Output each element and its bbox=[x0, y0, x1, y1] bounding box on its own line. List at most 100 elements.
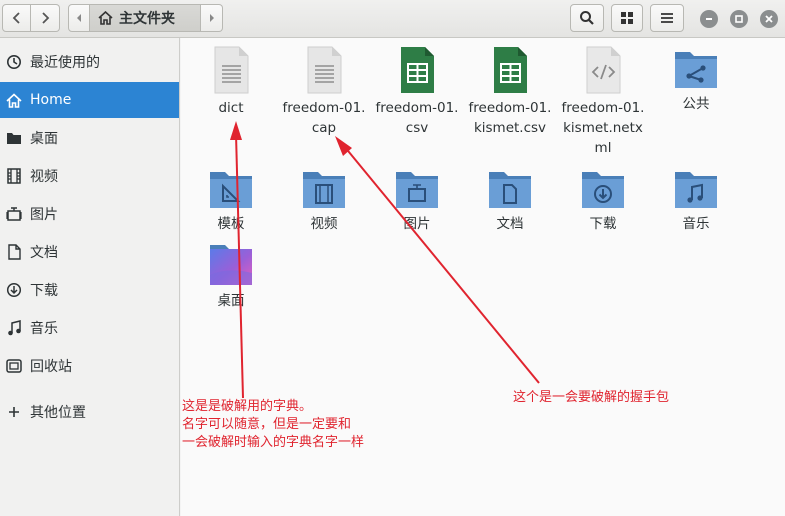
minimize-button[interactable] bbox=[700, 10, 718, 28]
file-grid: dict freedom-01.cap freedom-01.csv freed… bbox=[181, 38, 785, 516]
file-item[interactable]: freedom-01.kismet.csv bbox=[467, 46, 553, 138]
recent-icon bbox=[6, 54, 22, 70]
file-item[interactable]: dict bbox=[188, 46, 274, 118]
file-item[interactable]: 模板 bbox=[188, 166, 274, 234]
sidebar-item-label: 桌面 bbox=[30, 131, 58, 147]
path-bar: 主文件夹 bbox=[68, 4, 223, 32]
dict-annotation-line: 一会破解时输入的字典名字一样 bbox=[182, 435, 365, 450]
cap-annotation: 这个是一会要破解的握手包 bbox=[513, 390, 670, 405]
home-icon bbox=[6, 92, 22, 108]
header-bar: 主文件夹 bbox=[0, 0, 785, 38]
path-scroll-right[interactable] bbox=[201, 4, 223, 32]
file-item[interactable]: 图片 bbox=[374, 166, 460, 234]
sidebar-item-home[interactable]: Home bbox=[0, 82, 179, 118]
sidebar-item-documents[interactable]: 文档 bbox=[0, 234, 179, 270]
close-button[interactable] bbox=[760, 10, 778, 28]
file-name: 下载 bbox=[589, 216, 617, 232]
menu-button[interactable] bbox=[650, 4, 684, 32]
file-name: freedom-01.csv bbox=[375, 100, 459, 136]
picture-icon bbox=[6, 206, 22, 222]
text-file-icon bbox=[214, 46, 249, 94]
sidebar-item-videos[interactable]: 视频 bbox=[0, 158, 179, 194]
pictures-folder-icon bbox=[396, 172, 438, 208]
close-icon bbox=[765, 15, 773, 23]
document-icon bbox=[6, 244, 22, 260]
sidebar-item-label: Home bbox=[30, 92, 72, 108]
desktop-folder-icon bbox=[6, 130, 22, 146]
text-file-icon bbox=[307, 46, 342, 94]
file-item[interactable]: freedom-01.kismet.netxml bbox=[560, 46, 646, 158]
sidebar: 最近使用的 Home 桌面 视频 图片 文档 下载 音乐 回收站 其他位置 bbox=[0, 38, 180, 516]
file-name: 桌面 bbox=[217, 293, 245, 309]
sidebar-item-pictures[interactable]: 图片 bbox=[0, 196, 179, 232]
forward-icon bbox=[42, 12, 50, 24]
file-item[interactable]: 视频 bbox=[281, 166, 367, 234]
menu-icon bbox=[661, 13, 673, 23]
dict-annotation-line: 名字可以随意，但是一定要和 bbox=[182, 417, 352, 432]
file-item[interactable]: 音乐 bbox=[653, 166, 739, 234]
maximize-icon bbox=[735, 15, 743, 23]
file-item[interactable]: 文档 bbox=[467, 166, 553, 234]
file-name: dict bbox=[218, 100, 244, 116]
caret-left-icon bbox=[77, 14, 81, 22]
file-item[interactable]: 公共 bbox=[653, 46, 739, 114]
sidebar-item-music[interactable]: 音乐 bbox=[0, 310, 179, 346]
trash-icon bbox=[6, 358, 22, 374]
home-icon bbox=[98, 11, 113, 25]
videos-folder-icon bbox=[303, 172, 345, 208]
sidebar-item-downloads[interactable]: 下载 bbox=[0, 272, 179, 308]
sidebar-item-label: 图片 bbox=[30, 207, 58, 223]
file-item[interactable]: 桌面 bbox=[188, 243, 274, 311]
search-icon bbox=[580, 11, 594, 25]
spreadsheet-icon bbox=[494, 47, 527, 93]
path-scroll-left[interactable] bbox=[68, 4, 90, 32]
spreadsheet-icon bbox=[401, 47, 434, 93]
plus-icon bbox=[6, 404, 22, 420]
caret-right-icon bbox=[209, 14, 214, 22]
dict-arrowhead bbox=[230, 121, 242, 140]
view-toggle-button[interactable] bbox=[611, 4, 643, 32]
file-item[interactable]: freedom-01.csv bbox=[374, 46, 460, 138]
file-name: 视频 bbox=[310, 216, 338, 232]
sidebar-item-trash[interactable]: 回收站 bbox=[0, 348, 179, 384]
sidebar-item-desktop[interactable]: 桌面 bbox=[0, 120, 179, 156]
back-button[interactable] bbox=[2, 4, 31, 32]
grid-view-icon bbox=[621, 12, 633, 24]
music-folder-icon bbox=[675, 172, 717, 208]
documents-folder-icon bbox=[489, 172, 531, 208]
xml-file-icon bbox=[586, 46, 621, 94]
shared-folder-icon bbox=[675, 52, 717, 88]
sidebar-item-recent[interactable]: 最近使用的 bbox=[0, 44, 179, 80]
sidebar-item-label: 最近使用的 bbox=[30, 55, 100, 71]
path-crumb-label: 主文件夹 bbox=[119, 11, 175, 27]
file-name: 模板 bbox=[217, 216, 245, 232]
file-name: 图片 bbox=[403, 216, 431, 232]
file-name: 文档 bbox=[496, 216, 524, 232]
sidebar-item-label: 文档 bbox=[30, 245, 58, 261]
sidebar-item-label: 其他位置 bbox=[30, 405, 86, 421]
file-name: freedom-01.kismet.netxml bbox=[561, 100, 645, 156]
file-name: 音乐 bbox=[682, 216, 710, 232]
music-icon bbox=[6, 320, 22, 336]
file-name: freedom-01.cap bbox=[282, 100, 366, 136]
sidebar-item-label: 视频 bbox=[30, 169, 58, 185]
minimize-icon bbox=[706, 18, 712, 20]
sidebar-item-label: 下载 bbox=[30, 283, 58, 299]
forward-button[interactable] bbox=[31, 4, 60, 32]
maximize-button[interactable] bbox=[730, 10, 748, 28]
dict-annotation: 这是是破解用的字典。 名字可以随意，但是一定要和 一会破解时输入的字典名字一样 bbox=[182, 398, 364, 452]
path-crumb-home[interactable]: 主文件夹 bbox=[90, 4, 201, 32]
sidebar-item-other-locations[interactable]: 其他位置 bbox=[0, 394, 179, 430]
desktop-folder-icon bbox=[210, 245, 252, 285]
file-item[interactable]: 下载 bbox=[560, 166, 646, 234]
sidebar-item-label: 回收站 bbox=[30, 359, 72, 375]
download-icon bbox=[6, 282, 22, 298]
templates-folder-icon bbox=[210, 172, 252, 208]
file-name: 公共 bbox=[682, 96, 710, 112]
video-icon bbox=[6, 168, 22, 184]
sidebar-item-label: 音乐 bbox=[30, 321, 58, 337]
cap-arrowhead bbox=[335, 136, 352, 156]
back-icon bbox=[12, 12, 20, 24]
search-button[interactable] bbox=[570, 4, 604, 32]
file-item[interactable]: freedom-01.cap bbox=[281, 46, 367, 138]
